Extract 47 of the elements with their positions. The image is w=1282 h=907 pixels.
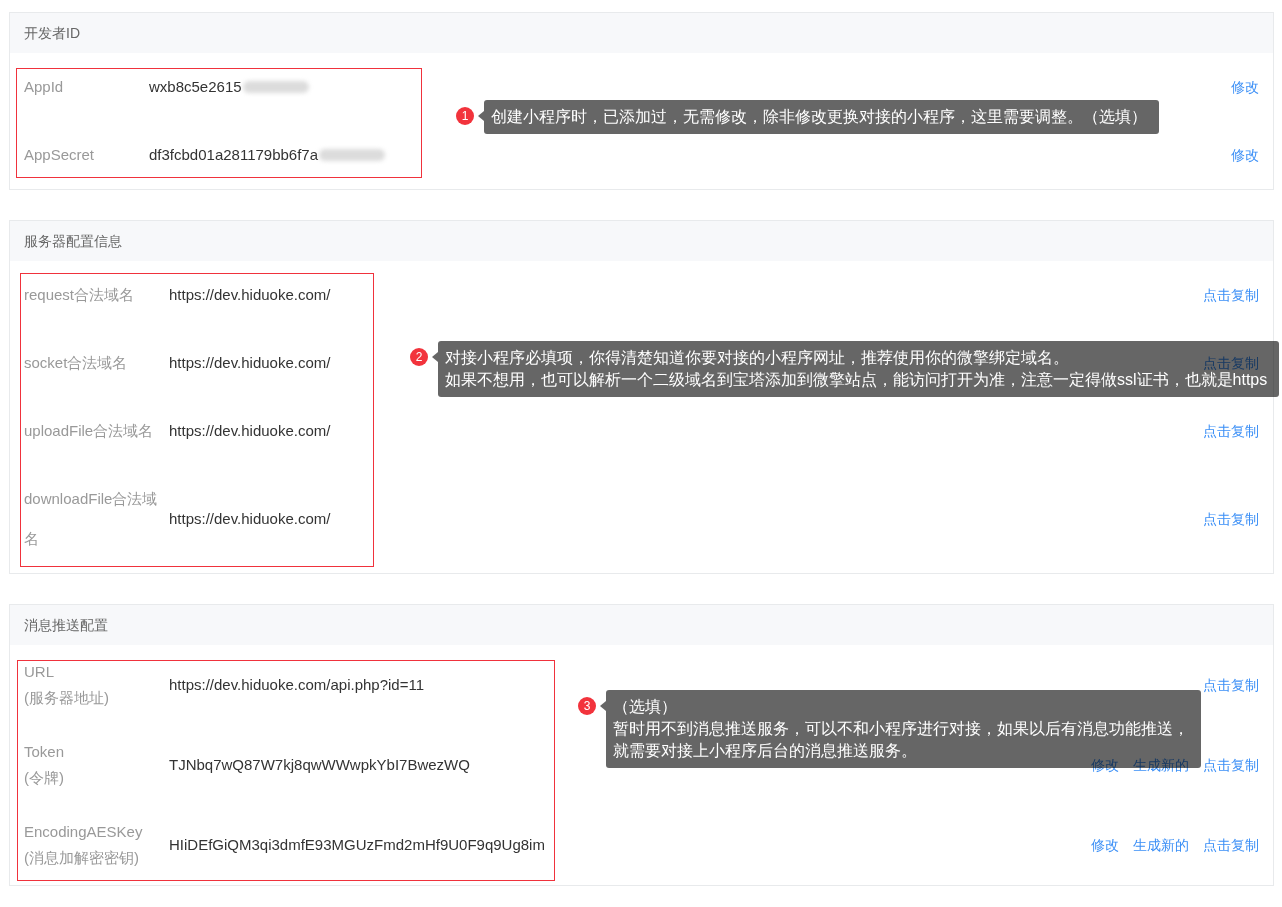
tooltip-text: 对接小程序必填项，你得清楚知道你要对接的小程序网址，推荐使用你的微擎绑定域名。: [445, 348, 1069, 368]
step-number-badge: 3: [578, 697, 596, 715]
field-label: EncodingAESKey: [24, 822, 143, 842]
action-link[interactable]: 点击复制: [1203, 835, 1259, 855]
field-label: uploadFile合法域名: [24, 421, 154, 441]
card-title: 开发者ID: [24, 23, 80, 43]
field-label: AppId: [24, 77, 64, 97]
field-value: https://dev.hiduoke.com/: [169, 509, 331, 529]
field-label: request合法域名: [24, 285, 135, 305]
field-label: downloadFile合法域名: [24, 489, 159, 549]
field-note: (服务器地址): [24, 688, 109, 708]
field-value: https://dev.hiduoke.com/: [169, 285, 331, 305]
tooltip-text: 暂时用不到消息推送服务，可以不和小程序进行对接，如果以后有消息功能推送，: [613, 719, 1189, 739]
action-link[interactable]: 修改: [1231, 145, 1259, 165]
field-note: (令牌): [24, 768, 64, 788]
action-link[interactable]: 点击复制: [1203, 509, 1259, 529]
field-label: Token: [24, 742, 65, 762]
action-link[interactable]: 生成新的: [1133, 835, 1189, 855]
action-link[interactable]: 修改: [1091, 835, 1119, 855]
action-link[interactable]: 点击复制: [1203, 421, 1259, 441]
field-value: https://dev.hiduoke.com/: [169, 353, 331, 373]
field-label: AppSecret: [24, 145, 95, 165]
field-value: https://dev.hiduoke.com/: [169, 421, 331, 441]
field-value: wxb8c5e2615: [149, 77, 242, 97]
card-title: 消息推送配置: [24, 615, 108, 635]
field-label: socket合法域名: [24, 353, 128, 373]
card-title: 服务器配置信息: [24, 231, 122, 251]
tooltip-text: 创建小程序时，已添加过，无需修改，除非修改更换对接的小程序，这里需要调整。（选填）: [491, 107, 1147, 127]
field-value: TJNbq7wQ87W7kj8qwWWwpkYbI7BwezWQ: [169, 755, 470, 775]
field-value: df3fcbd01a281179bb6f7a: [149, 145, 319, 165]
action-link[interactable]: 点击复制: [1203, 755, 1259, 775]
field-label: URL: [24, 662, 54, 682]
field-value: https://dev.hiduoke.com/api.php?id=11: [169, 675, 425, 695]
action-link[interactable]: 修改: [1231, 77, 1259, 97]
step-number-badge: 2: [410, 348, 428, 366]
pointer-icon: [600, 701, 606, 711]
action-link[interactable]: 点击复制: [1203, 675, 1259, 695]
step-number-badge: 1: [456, 107, 474, 125]
tooltip-text: 就需要对接上小程序后台的消息推送服务。: [613, 741, 917, 761]
action-link[interactable]: 点击复制: [1203, 285, 1259, 305]
tooltip-text: （选填）: [613, 697, 677, 717]
pointer-icon: [478, 111, 484, 121]
pointer-icon: [432, 352, 438, 362]
field-value: HIiDEfGiQM3qi3dmfE93MGUzFmd2mHf9U0F9q9Ug8im: [169, 835, 545, 855]
action-link[interactable]: 点击复制: [1203, 353, 1259, 373]
field-note: (消息加解密密钥): [24, 848, 139, 868]
tooltip-text: 如果不想用，也可以解析一个二级域名到宝塔添加到微擎站点，能访问打开为准，注意一定得做ssl证书，也就是https: [445, 370, 1268, 390]
